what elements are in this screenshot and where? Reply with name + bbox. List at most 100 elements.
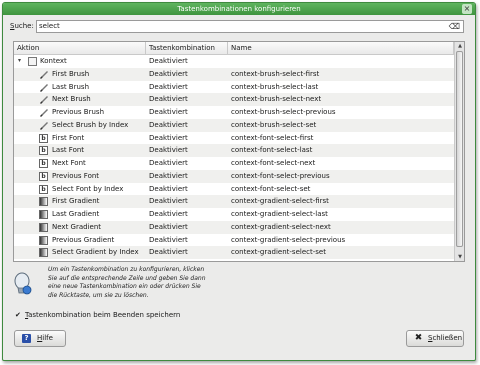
- row-action: Previous Gradient: [52, 235, 115, 244]
- close-icon: ×: [463, 4, 471, 13]
- table-row[interactable]: b Select Font by Index Deaktiviert context-…: [14, 183, 454, 196]
- brush-icon: [39, 70, 48, 79]
- table-row[interactable]: First Brush Deaktiviert context-brush-sele…: [14, 67, 454, 81]
- row-action: Select Font by Index: [52, 184, 124, 193]
- row-shortcut[interactable]: Deaktiviert: [149, 81, 229, 94]
- font-icon: b: [39, 171, 48, 181]
- row-shortcut[interactable]: Deaktiviert: [149, 106, 229, 119]
- gradient-icon: [39, 235, 48, 245]
- search-input[interactable]: select ⌫: [36, 20, 464, 33]
- brush-icon: [39, 95, 48, 105]
- row-action: Next Brush: [52, 95, 91, 104]
- gradient-icon: [39, 197, 48, 207]
- lightbulb-icon: [14, 272, 32, 295]
- row-action: Last Brush: [52, 82, 90, 91]
- row-shortcut[interactable]: Deaktiviert: [149, 144, 229, 157]
- row-action: Last Gradient: [52, 210, 100, 218]
- save-on-exit-label: Tastenkombination beim Beenden speichern: [25, 311, 181, 319]
- table-row[interactable]: Previous Gradient Deaktiviert context-grad…: [14, 234, 454, 247]
- row-shortcut[interactable]: Deaktiviert: [149, 208, 229, 221]
- font-icon: b: [39, 133, 48, 143]
- brush-icon: [39, 121, 48, 130]
- row-name: context-font-select-previous: [231, 171, 330, 180]
- row-shortcut[interactable]: Deaktiviert: [149, 93, 229, 106]
- help-button[interactable]: ? Hilfe: [14, 330, 66, 347]
- scrollbar-thumb[interactable]: [456, 51, 463, 247]
- vertical-scrollbar[interactable]: ▲ ▼: [454, 42, 464, 261]
- row-shortcut[interactable]: Deaktiviert: [149, 119, 229, 132]
- row-action: Select Brush by Index: [52, 120, 129, 129]
- group-row-context[interactable]: ▾ Kontext Deaktiviert: [14, 55, 454, 68]
- brush-icon: [39, 108, 48, 117]
- table-row[interactable]: Select Gradient by Index Deaktiviert conte…: [14, 246, 454, 259]
- row-shortcut[interactable]: Deaktiviert: [149, 195, 229, 208]
- row-action: Previous Font: [52, 171, 100, 180]
- title-bar: Tastenkombinationen konfigurieren ×: [3, 3, 475, 15]
- row-shortcut[interactable]: Deaktiviert: [149, 234, 229, 247]
- row-shortcut[interactable]: Deaktiviert: [149, 132, 229, 145]
- row-action: Next Gradient: [52, 222, 101, 231]
- gradient-icon: [39, 210, 48, 219]
- scroll-up-icon[interactable]: ▲: [455, 42, 464, 50]
- gradient-icon: [39, 222, 48, 232]
- row-name: context-brush-select-next: [231, 95, 322, 104]
- row-name: context-brush-select-previous: [231, 108, 336, 116]
- table-row[interactable]: First Gradient Deaktiviert context-gradien…: [14, 195, 454, 208]
- group-shortcut: Deaktiviert: [149, 57, 188, 65]
- row-shortcut[interactable]: Deaktiviert: [149, 157, 229, 170]
- help-text: Um ein Tastenkombination zu konfiguriere…: [48, 266, 206, 299]
- row-action: Select Gradient by Index: [52, 248, 139, 257]
- row-action: Next Font: [52, 159, 86, 167]
- row-action: First Font: [52, 133, 85, 142]
- table-row[interactable]: Next Brush Deaktiviert context-brush-selec…: [14, 93, 454, 106]
- font-icon: b: [39, 159, 48, 168]
- table-rows: ▾ Kontext Deaktiviert First Brush Deaktiv…: [14, 55, 454, 259]
- table-row[interactable]: Select Brush by Index Deaktiviert context-…: [14, 118, 454, 132]
- close-button[interactable]: ✖ Schließen: [406, 330, 464, 347]
- table-row[interactable]: b Last Font Deaktiviert context-font-select…: [14, 144, 454, 157]
- font-icon: b: [39, 146, 48, 156]
- checkbox-checked-icon[interactable]: ✔: [15, 310, 21, 320]
- row-shortcut[interactable]: Deaktiviert: [149, 183, 229, 196]
- row-name: context-gradient-select-first: [231, 197, 329, 206]
- row-name: context-gradient-select-set: [231, 248, 326, 257]
- table-row[interactable]: Next Gradient Deaktiviert context-gradient…: [14, 220, 454, 234]
- help-hint: Um ein Tastenkombination zu konfiguriere…: [12, 266, 452, 306]
- help-icon: ?: [22, 334, 31, 343]
- row-name: context-brush-select-last: [231, 82, 319, 91]
- table-row[interactable]: b Next Font Deaktiviert context-font-select…: [14, 157, 454, 170]
- table-row[interactable]: b Previous Font Deaktiviert context-font-se…: [14, 169, 454, 183]
- table-row[interactable]: b First Font Deaktiviert context-font-selec…: [14, 132, 454, 145]
- row-name: context-font-select-next: [231, 159, 316, 167]
- row-action: First Brush: [52, 69, 90, 78]
- row-shortcut[interactable]: Deaktiviert: [149, 68, 229, 81]
- scroll-down-icon[interactable]: ▼: [455, 253, 464, 261]
- table-header: Aktion Tastenkombination Name: [14, 42, 454, 55]
- row-shortcut[interactable]: Deaktiviert: [149, 246, 229, 259]
- row-name: context-brush-select-first: [231, 69, 320, 78]
- search-row: Suche: select ⌫: [10, 20, 464, 34]
- column-header-shortcut[interactable]: Tastenkombination: [146, 42, 228, 55]
- row-name: context-gradient-select-previous: [231, 235, 346, 244]
- column-header-action[interactable]: Aktion: [14, 42, 146, 55]
- table-row[interactable]: Last Brush Deaktiviert context-brush-selec…: [14, 81, 454, 94]
- shortcut-tree: Aktion Tastenkombination Name ▾ Kontext …: [13, 41, 465, 262]
- table-row[interactable]: Last Gradient Deaktiviert context-gradient…: [14, 208, 454, 221]
- column-header-name[interactable]: Name: [228, 42, 454, 55]
- clear-search-icon[interactable]: ⌫: [449, 22, 460, 32]
- expander-icon[interactable]: ▾: [18, 55, 21, 68]
- row-name: context-font-select-first: [231, 133, 314, 142]
- row-action: First Gradient: [52, 197, 100, 206]
- row-shortcut[interactable]: Deaktiviert: [149, 170, 229, 183]
- row-action: Previous Brush: [52, 108, 105, 116]
- table-row[interactable]: Previous Brush Deaktiviert context-brush-s…: [14, 106, 454, 119]
- row-name: context-brush-select-set: [231, 120, 317, 129]
- help-button-label: Hilfe: [37, 334, 53, 342]
- row-name: context-gradient-select-last: [231, 210, 328, 218]
- search-label: Suche:: [10, 22, 34, 30]
- row-name: context-font-select-last: [231, 146, 313, 155]
- brush-icon: [39, 83, 48, 92]
- row-shortcut[interactable]: Deaktiviert: [149, 221, 229, 234]
- gradient-icon: [39, 248, 48, 258]
- close-window-button[interactable]: ×: [462, 4, 472, 14]
